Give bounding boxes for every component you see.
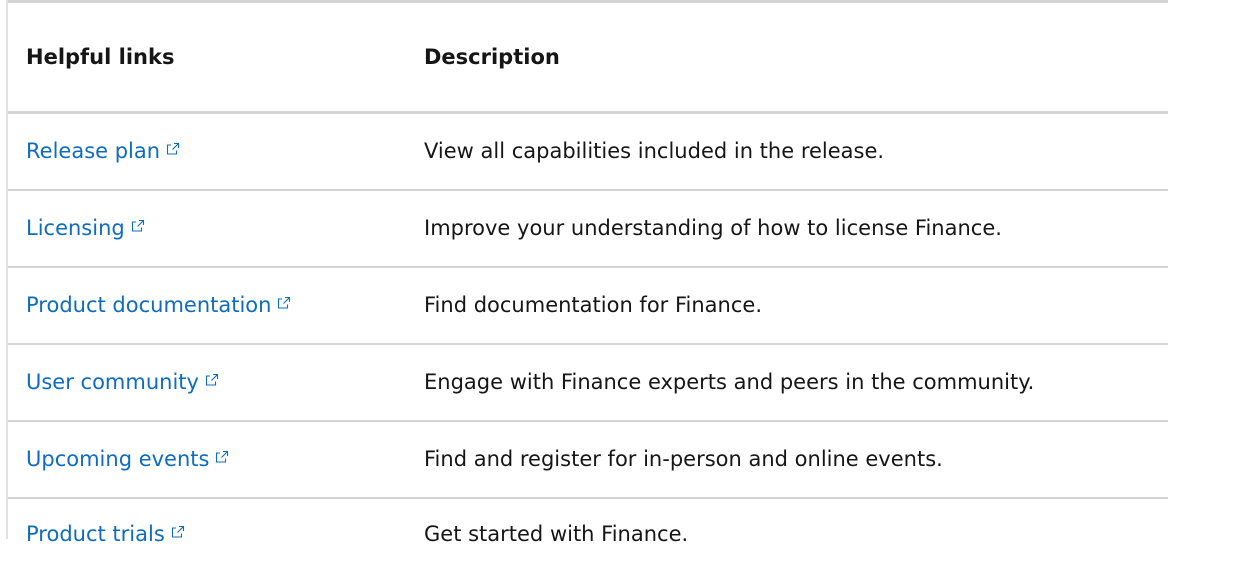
external-link-icon: [166, 142, 180, 156]
header-description: Description: [424, 45, 560, 69]
content-frame: Helpful links Description Release plan V…: [6, 0, 1254, 546]
table-row: Upcoming events Find and register for in…: [8, 421, 1168, 498]
description-cell: Engage with Finance experts and peers in…: [424, 370, 1035, 394]
user-community-link[interactable]: User community: [26, 370, 219, 394]
helpful-links-table: Helpful links Description Release plan V…: [8, 0, 1168, 570]
table-body: Release plan View all capabilities inclu…: [8, 113, 1168, 570]
link-label: Product documentation: [26, 293, 272, 317]
description-cell: Find and register for in-person and onli…: [424, 447, 943, 471]
external-link-icon: [131, 219, 145, 233]
link-cell: Upcoming events: [8, 421, 406, 498]
link-label: Licensing: [26, 216, 125, 240]
external-link-icon: [215, 450, 229, 464]
description-cell: Improve your understanding of how to lic…: [424, 216, 1002, 240]
licensing-link[interactable]: Licensing: [26, 216, 145, 240]
upcoming-events-link[interactable]: Upcoming events: [26, 447, 229, 471]
link-cell: Product trials: [8, 498, 406, 570]
header-row: Helpful links Description: [8, 1, 1168, 113]
link-cell: Release plan: [8, 113, 406, 190]
link-cell: User community: [8, 344, 406, 421]
table-row: Release plan View all capabilities inclu…: [8, 113, 1168, 190]
product-documentation-link[interactable]: Product documentation: [26, 293, 291, 317]
table-header: Helpful links Description: [8, 1, 1168, 113]
table-row: Product documentation Find documentation…: [8, 267, 1168, 344]
header-helpful-links: Helpful links: [26, 45, 175, 69]
product-trials-link[interactable]: Product trials: [26, 522, 185, 546]
table-row: Licensing Improve your understanding of …: [8, 190, 1168, 267]
link-label: Product trials: [26, 522, 165, 546]
link-cell: Product documentation: [8, 267, 406, 344]
link-label: User community: [26, 370, 199, 394]
description-cell: View all capabilities included in the re…: [424, 139, 885, 164]
external-link-icon: [171, 525, 185, 539]
description-cell: Find documentation for Finance.: [424, 293, 762, 317]
external-link-icon: [277, 296, 291, 310]
release-plan-link[interactable]: Release plan: [26, 139, 180, 163]
external-link-icon: [205, 373, 219, 387]
table-row: Product trials Get started with Finance.: [8, 498, 1168, 570]
link-label: Release plan: [26, 139, 161, 164]
link-cell: Licensing: [8, 190, 406, 267]
description-cell: Get started with Finance.: [424, 522, 689, 546]
table-row: User community Engage with Finance exper…: [8, 344, 1168, 421]
link-label: Upcoming events: [26, 447, 210, 471]
